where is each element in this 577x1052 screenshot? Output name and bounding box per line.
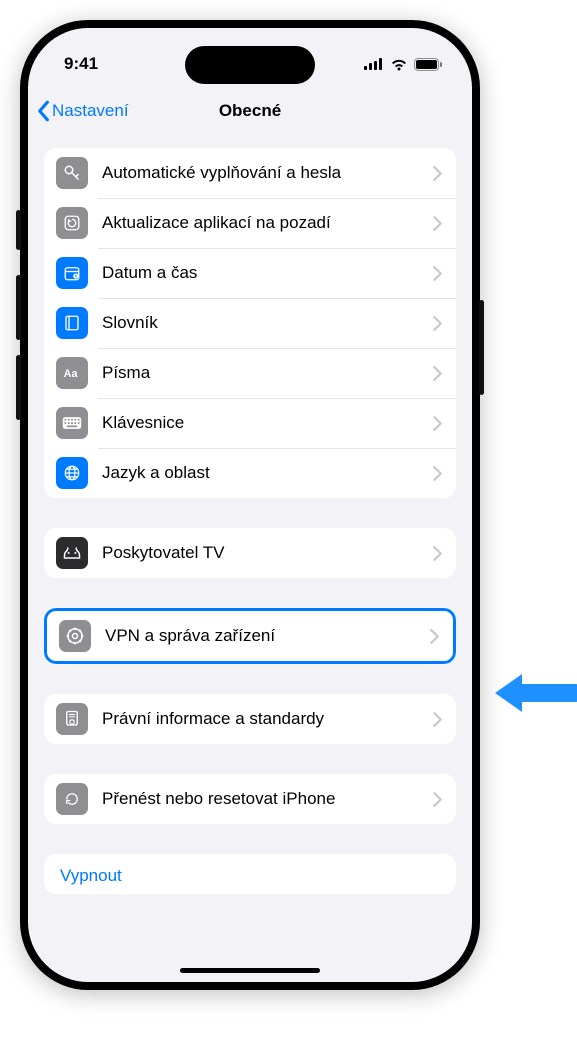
settings-group: Přenést nebo resetovat iPhone	[44, 774, 456, 824]
row-label: Automatické vyplňování a hesla	[102, 163, 433, 183]
settings-row[interactable]: Poskytovatel TV	[44, 528, 456, 578]
globe-icon	[56, 457, 88, 489]
chevron-right-icon	[433, 266, 442, 281]
battery-icon	[414, 58, 442, 71]
row-label: Aktualizace aplikací na pozadí	[102, 213, 433, 233]
chevron-right-icon	[433, 366, 442, 381]
settings-row[interactable]: Klávesnice	[44, 398, 456, 448]
dynamic-island	[185, 46, 315, 84]
chevron-right-icon	[433, 166, 442, 181]
back-button[interactable]: Nastavení	[36, 100, 129, 122]
iphone-frame: 9:41 Nastavení Obecné Automatické vyplňo…	[20, 20, 480, 990]
volume-down-button	[16, 355, 21, 420]
row-label: Přenést nebo resetovat iPhone	[102, 789, 433, 809]
row-label: Datum a čas	[102, 263, 433, 283]
calendar-icon	[56, 257, 88, 289]
svg-text:Aa: Aa	[64, 368, 79, 380]
row-label: Klávesnice	[102, 413, 433, 433]
row-label: Slovník	[102, 313, 433, 333]
row-label: Právní informace a standardy	[102, 709, 433, 729]
refresh-icon	[56, 207, 88, 239]
chevron-right-icon	[433, 216, 442, 231]
settings-group: Automatické vyplňování a hesla Aktualizac…	[44, 148, 456, 498]
settings-row[interactable]: Jazyk a oblast	[44, 448, 456, 498]
shutdown-button[interactable]: Vypnout	[44, 854, 456, 894]
side-button	[479, 300, 484, 395]
keyboard-icon	[56, 407, 88, 439]
chevron-right-icon	[433, 712, 442, 727]
volume-up-button	[16, 275, 21, 340]
key-icon	[56, 157, 88, 189]
cellular-icon	[364, 58, 384, 70]
settings-row[interactable]: Přenést nebo resetovat iPhone	[44, 774, 456, 824]
chevron-right-icon	[433, 316, 442, 331]
settings-row[interactable]: Aktualizace aplikací na pozadí	[44, 198, 456, 248]
content-scroll[interactable]: Automatické vyplňování a hesla Aktualizac…	[28, 136, 472, 958]
gear-icon	[59, 620, 91, 652]
chevron-right-icon	[433, 792, 442, 807]
back-label: Nastavení	[52, 101, 129, 121]
font-icon: Aa	[56, 357, 88, 389]
settings-group: Poskytovatel TV	[44, 528, 456, 578]
callout-arrow-icon	[490, 668, 577, 718]
chevron-right-icon	[433, 546, 442, 561]
reset-icon	[56, 783, 88, 815]
page-title: Obecné	[219, 101, 281, 121]
home-indicator[interactable]	[180, 968, 320, 973]
row-label: VPN a správa zařízení	[105, 626, 430, 646]
settings-row[interactable]: Automatické vyplňování a hesla	[44, 148, 456, 198]
settings-row[interactable]: Datum a čas	[44, 248, 456, 298]
row-label: Jazyk a oblast	[102, 463, 433, 483]
book-icon	[56, 307, 88, 339]
screen: 9:41 Nastavení Obecné Automatické vyplňo…	[28, 28, 472, 982]
mute-switch	[16, 210, 21, 250]
row-label: Písma	[102, 363, 433, 383]
settings-group: Právní informace a standardy	[44, 694, 456, 744]
chevron-right-icon	[430, 629, 439, 644]
chevron-right-icon	[433, 416, 442, 431]
chevron-right-icon	[433, 466, 442, 481]
row-label: Poskytovatel TV	[102, 543, 433, 563]
settings-row[interactable]: Právní informace a standardy	[44, 694, 456, 744]
status-time: 9:41	[64, 54, 98, 74]
chevron-left-icon	[36, 100, 50, 122]
navigation-bar: Nastavení Obecné	[28, 86, 472, 136]
settings-group: VPN a správa zařízení	[44, 608, 456, 664]
settings-row[interactable]: Aa Písma	[44, 348, 456, 398]
settings-row[interactable]: VPN a správa zařízení	[44, 608, 456, 664]
tv-icon	[56, 537, 88, 569]
cert-icon	[56, 703, 88, 735]
wifi-icon	[390, 58, 408, 71]
settings-row[interactable]: Slovník	[44, 298, 456, 348]
